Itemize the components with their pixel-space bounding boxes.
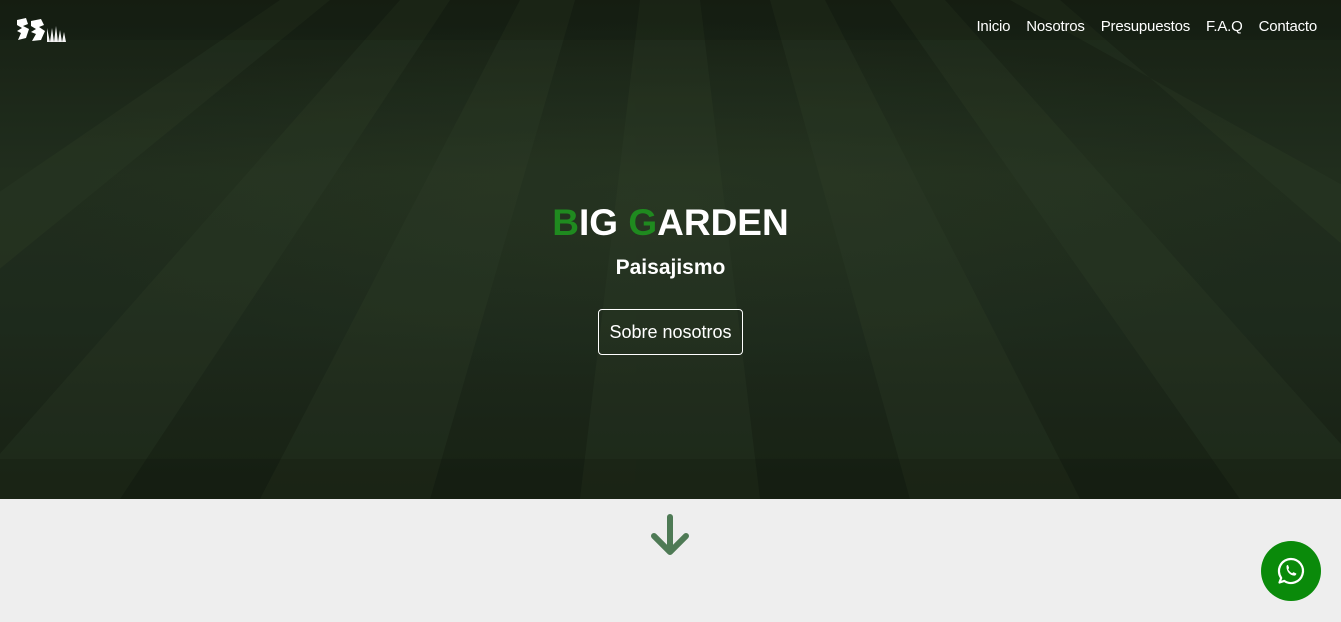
whatsapp-icon bbox=[1277, 557, 1305, 585]
nav-link-presupuestos[interactable]: Presupuestos bbox=[1101, 18, 1191, 35]
hero-content: BIG GARDEN Paisajismo Sobre nosotros bbox=[0, 200, 1341, 355]
brand-initial-g: G bbox=[628, 202, 658, 243]
big-garden-logo[interactable] bbox=[14, 14, 70, 46]
main-nav: Inicio Nosotros Presupuestos F.A.Q Conta… bbox=[976, 18, 1317, 35]
nav-link-contacto[interactable]: Contacto bbox=[1259, 18, 1318, 35]
nav-link-inicio[interactable]: Inicio bbox=[976, 18, 1010, 35]
brand-initial-b: B bbox=[552, 202, 580, 243]
hero-section: Inicio Nosotros Presupuestos F.A.Q Conta… bbox=[0, 0, 1341, 499]
brand-title: BIG GARDEN bbox=[552, 200, 788, 246]
nav-link-nosotros[interactable]: Nosotros bbox=[1026, 18, 1085, 35]
nav-link-faq[interactable]: F.A.Q bbox=[1206, 18, 1243, 35]
arrow-down-icon[interactable] bbox=[647, 513, 693, 559]
hero-subtitle: Paisajismo bbox=[615, 256, 726, 279]
brand-word-rest-1: IG bbox=[579, 202, 629, 243]
brand-word-rest-2: ARDEN bbox=[657, 202, 789, 243]
sobre-nosotros-button[interactable]: Sobre nosotros bbox=[598, 309, 743, 355]
whatsapp-button[interactable] bbox=[1261, 541, 1321, 601]
